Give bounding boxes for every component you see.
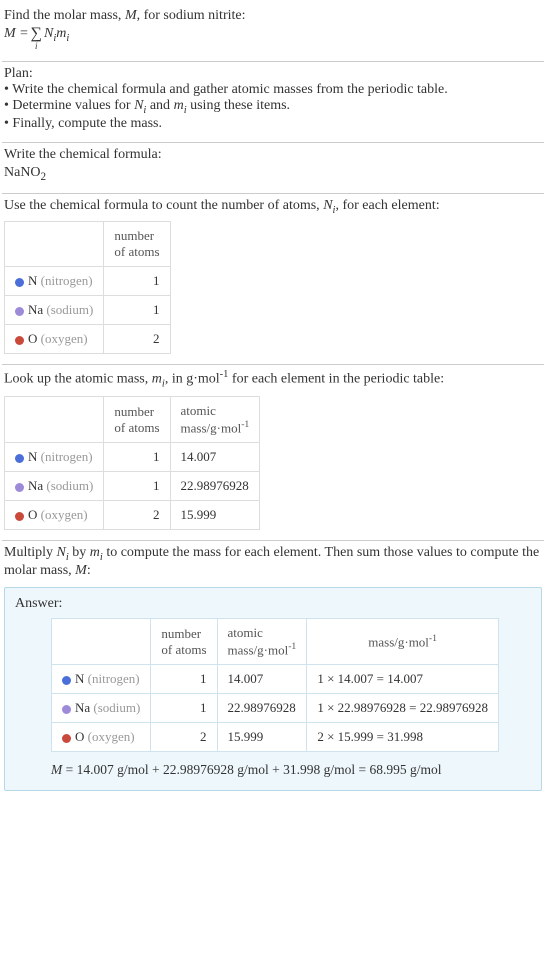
element-cell: O (oxygen) [5, 325, 104, 354]
chem-formula: NaNO2 [4, 165, 542, 183]
amass-cell: 22.98976928 [217, 694, 307, 723]
col-element [5, 222, 104, 267]
table-row: N (nitrogen) 1 [5, 267, 171, 296]
col-number-of-atoms: numberof atoms [104, 222, 170, 267]
calc-cell: 2 × 15.999 = 31.998 [307, 723, 499, 752]
element-dot-icon [15, 483, 24, 492]
element-dot-icon [15, 512, 24, 521]
answer-label: Answer: [15, 596, 531, 612]
atoms-cell: 1 [104, 472, 170, 501]
formula-section: Write the chemical formula: NaNO2 [2, 143, 544, 193]
plan-bullet-1: • Write the chemical formula and gather … [4, 82, 542, 98]
element-cell: N (nitrogen) [5, 443, 104, 472]
element-dot-icon [62, 705, 71, 714]
atoms-cell: 2 [151, 723, 217, 752]
eq-i2: i [66, 33, 69, 44]
table-row: O (oxygen) 2 [5, 325, 171, 354]
element-dot-icon [15, 278, 24, 287]
amass-cell: 14.007 [217, 665, 307, 694]
eq-m: m [56, 26, 66, 41]
plan-bullet-3: • Finally, compute the mass. [4, 116, 542, 132]
atoms-cell: 1 [151, 694, 217, 723]
calc-cell: 1 × 14.007 = 14.007 [307, 665, 499, 694]
calc-cell: 1 × 22.98976928 = 22.98976928 [307, 694, 499, 723]
element-cell: N (nitrogen) [5, 267, 104, 296]
mass-cell: 22.98976928 [170, 472, 260, 501]
eq-lhs: M = [4, 26, 29, 42]
element-cell: Na (sodium) [5, 472, 104, 501]
table-row: O (oxygen) 2 15.999 2 × 15.999 = 31.998 [52, 723, 499, 752]
mass-section: Look up the atomic mass, mi, in g·mol-1 … [2, 365, 544, 540]
col-element [52, 618, 151, 664]
answer-box: Answer: numberof atoms atomicmass/g·mol-… [4, 587, 542, 791]
element-dot-icon [15, 336, 24, 345]
element-cell: N (nitrogen) [52, 665, 151, 694]
intro-text: Find the molar mass, [4, 8, 125, 23]
mass-table: numberof atoms atomicmass/g·mol-1 N (nit… [4, 396, 260, 530]
col-atomic-mass: atomicmass/g·mol-1 [217, 618, 307, 664]
element-dot-icon [62, 676, 71, 685]
col-element [5, 396, 104, 442]
count-table: numberof atoms N (nitrogen) 1 Na (sodium… [4, 221, 171, 354]
formula-heading: Write the chemical formula: [4, 147, 542, 163]
plan-section: Plan: • Write the chemical formula and g… [2, 62, 544, 142]
element-cell: O (oxygen) [52, 723, 151, 752]
intro-line: Find the molar mass, M, for sodium nitri… [4, 8, 542, 24]
mass-text: Look up the atomic mass, mi, in g·mol-1 … [4, 369, 542, 389]
table-header-row: numberof atoms atomicmass/g·mol-1 mass/g… [52, 618, 499, 664]
intro-equation: M = ∑ i Nimi [4, 26, 542, 51]
plan-heading: Plan: [4, 66, 542, 82]
table-row: Na (sodium) 1 [5, 296, 171, 325]
col-atomic-mass: atomicmass/g·mol-1 [170, 396, 260, 442]
mass-cell: 15.999 [170, 501, 260, 530]
amass-cell: 15.999 [217, 723, 307, 752]
count-section: Use the chemical formula to count the nu… [2, 194, 544, 365]
table-header-row: numberof atoms atomicmass/g·mol-1 [5, 396, 260, 442]
intro-var-M: M [125, 8, 137, 23]
answer-table: numberof atoms atomicmass/g·mol-1 mass/g… [51, 618, 499, 752]
atoms-cell: 1 [151, 665, 217, 694]
table-row: N (nitrogen) 1 14.007 [5, 443, 260, 472]
table-header-row: numberof atoms [5, 222, 171, 267]
mass-cell: 14.007 [170, 443, 260, 472]
element-cell: Na (sodium) [52, 694, 151, 723]
col-mass: mass/g·mol-1 [307, 618, 499, 664]
col-number-of-atoms: numberof atoms [151, 618, 217, 664]
atoms-cell: 2 [104, 325, 170, 354]
atoms-cell: 2 [104, 501, 170, 530]
atoms-cell: 1 [104, 267, 170, 296]
element-cell: O (oxygen) [5, 501, 104, 530]
element-dot-icon [62, 734, 71, 743]
element-cell: Na (sodium) [5, 296, 104, 325]
table-row: O (oxygen) 2 15.999 [5, 501, 260, 530]
eq-N: N [44, 26, 53, 41]
intro-section: Find the molar mass, M, for sodium nitri… [2, 4, 544, 61]
table-row: N (nitrogen) 1 14.007 1 × 14.007 = 14.00… [52, 665, 499, 694]
col-number-of-atoms: numberof atoms [104, 396, 170, 442]
sigma-icon: ∑ i [31, 26, 42, 51]
atoms-cell: 1 [104, 443, 170, 472]
atoms-cell: 1 [104, 296, 170, 325]
table-row: Na (sodium) 1 22.98976928 [5, 472, 260, 501]
table-row: Na (sodium) 1 22.98976928 1 × 22.9897692… [52, 694, 499, 723]
multiply-section: Multiply Ni by mi to compute the mass fo… [2, 541, 544, 801]
intro-text2: , for sodium nitrite: [137, 8, 246, 23]
answer-equation: M = 14.007 g/mol + 22.98976928 g/mol + 3… [51, 762, 531, 778]
multiply-text: Multiply Ni by mi to compute the mass fo… [4, 545, 542, 579]
count-text: Use the chemical formula to count the nu… [4, 198, 542, 216]
plan-bullet-2: • Determine values for Ni and mi using t… [4, 98, 542, 116]
element-dot-icon [15, 307, 24, 316]
element-dot-icon [15, 454, 24, 463]
